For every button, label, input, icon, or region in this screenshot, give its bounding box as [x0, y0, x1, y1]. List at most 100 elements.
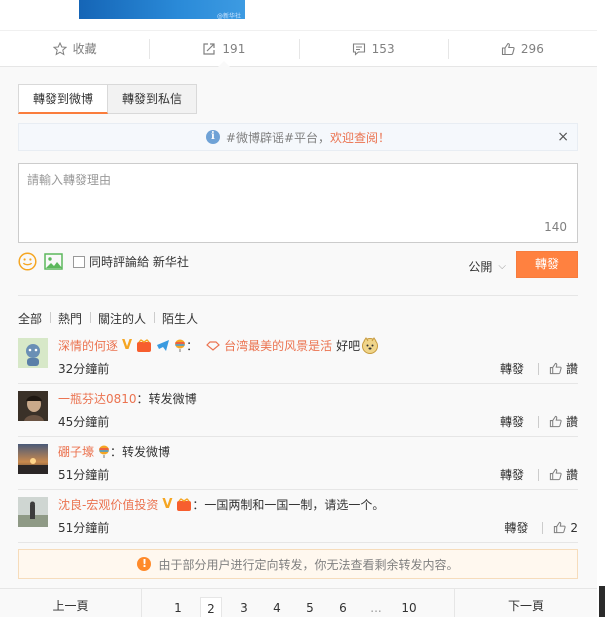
repost-button[interactable]: 191	[149, 31, 298, 67]
char-count: 140	[544, 220, 567, 234]
composer-toolbar: 同時評論給 新华社 公開 ⌵ 轉發	[18, 251, 578, 281]
plane-icon	[157, 340, 170, 351]
avatar[interactable]	[18, 338, 48, 368]
like-icon[interactable]	[549, 468, 562, 481]
divider	[18, 295, 578, 296]
like-count: 296	[520, 41, 544, 56]
topic-link[interactable]: 台湾最美的风景是活	[224, 337, 332, 354]
list-item: 硼子壕 ： 转发微博 51分鐘前 轉發 讚	[18, 437, 578, 490]
repost-ops: 轉發 2	[504, 519, 578, 536]
page-6[interactable]: 6	[332, 597, 354, 617]
list-item: 沈良-宏观价值投资 V ： 一国两制和一国一制，请选一个。 51分鐘前 轉發 2	[18, 490, 578, 543]
forward-icon	[203, 42, 216, 55]
rumor-notice-bar: i #微博辟谣#平台， 欢迎查阅！ ×	[18, 123, 578, 151]
filter-following[interactable]: 關注的人	[90, 310, 154, 327]
vip-crown-icon	[137, 338, 152, 352]
notice-text: #微博辟谣#平台，	[225, 130, 331, 145]
list-item: 深情的何逐 V ： 台湾最美的风景是活 好吧 32分鐘前 轉發 讚	[18, 331, 578, 384]
star-icon	[52, 41, 67, 56]
repost-panel: 轉發到微博 轉發到私信 i #微博辟谣#平台， 欢迎查阅！ × 140 同時評論…	[0, 67, 597, 617]
avatar[interactable]	[18, 497, 48, 527]
avatar[interactable]	[18, 444, 48, 474]
page-2-current[interactable]: 2	[200, 597, 222, 617]
topic-link-icon	[206, 340, 220, 351]
repost-time[interactable]: 45分鐘前	[58, 413, 109, 430]
post-media-image[interactable]: @新华社	[79, 0, 245, 20]
repost-time[interactable]: 32分鐘前	[58, 360, 109, 377]
page-ellipsis: ...	[370, 601, 382, 615]
repost-text: 好吧	[336, 339, 361, 353]
repost-time[interactable]: 51分鐘前	[58, 466, 109, 483]
filter-strangers[interactable]: 陌生人	[154, 310, 206, 327]
repost-content: 一瓶芬达0810 ： 转发微博	[58, 390, 197, 407]
tab-repost-to-private[interactable]: 轉發到私信	[108, 84, 198, 114]
prev-page-button[interactable]: 上一頁	[0, 589, 142, 617]
filter-all[interactable]: 全部	[18, 310, 50, 327]
like-count[interactable]: 2	[570, 521, 578, 535]
next-page-button[interactable]: 下一頁	[454, 589, 597, 617]
page-5[interactable]: 5	[299, 597, 321, 617]
verified-icon: V	[162, 497, 173, 512]
user-nickname[interactable]: 深情的何逐	[58, 337, 118, 354]
repost-button[interactable]: 轉發	[500, 360, 524, 377]
filter-hot[interactable]: 熱門	[50, 310, 90, 327]
scroll-thumb[interactable]	[599, 586, 605, 617]
image-icon[interactable]	[44, 253, 63, 270]
like-button[interactable]: 296	[447, 31, 597, 66]
user-nickname[interactable]: 硼子壕	[58, 443, 94, 460]
repost-composer: 140	[18, 163, 578, 243]
visibility-value: 公開	[468, 260, 493, 274]
like-icon[interactable]	[549, 415, 562, 428]
like-icon	[501, 42, 515, 55]
notice-link[interactable]: 欢迎查阅！	[330, 129, 390, 146]
post-action-bar: 收藏 191 153 296	[0, 30, 597, 67]
repost-content: 硼子壕 ： 转发微博	[58, 443, 170, 460]
repost-submit-button[interactable]: 轉發	[516, 251, 578, 278]
page-numbers: 1 2 3 4 5 6 ... 10	[167, 589, 431, 617]
like-icon[interactable]	[553, 521, 566, 534]
visibility-select[interactable]: 公開 ⌵	[468, 258, 506, 275]
page-10[interactable]: 10	[398, 597, 420, 617]
close-icon[interactable]: ×	[557, 129, 569, 145]
repost-ops: 轉發 讚	[500, 413, 578, 430]
page-4[interactable]: 4	[266, 597, 288, 617]
like-label[interactable]: 讚	[566, 360, 578, 377]
repost-time[interactable]: 51分鐘前	[58, 519, 109, 536]
emoji-icon[interactable]	[18, 252, 37, 271]
checkbox-box[interactable]	[73, 255, 85, 268]
user-nickname[interactable]: 一瓶芬达0810	[58, 390, 137, 407]
list-item: 一瓶芬达0810 ： 转发微博 45分鐘前 轉發 讚	[18, 384, 578, 437]
repost-count: 191	[222, 41, 246, 56]
like-label[interactable]: 讚	[566, 466, 578, 483]
repost-button[interactable]: 轉發	[504, 519, 528, 536]
comment-icon	[352, 42, 365, 56]
like-label[interactable]: 讚	[566, 413, 578, 430]
favorite-button[interactable]: 收藏	[0, 31, 149, 66]
weibo-repost-page: @新华社 收藏 191 153 296 轉發到微博 轉發到私信 i #微博辟谣#…	[0, 0, 597, 617]
avatar[interactable]	[18, 391, 48, 421]
page-1[interactable]: 1	[167, 597, 189, 617]
repost-ops: 轉發 讚	[500, 360, 578, 377]
verified-icon: V	[122, 338, 133, 353]
favorite-label: 收藏	[72, 42, 97, 56]
warning-icon: !	[137, 557, 152, 571]
also-comment-label: 同時評論給 新华社	[89, 255, 189, 269]
repost-content: 沈良-宏观价值投资 V ： 一国两制和一国一制，请选一个。	[58, 496, 384, 513]
vip-crown-icon	[177, 497, 192, 511]
like-icon[interactable]	[549, 362, 562, 375]
repost-reason-input[interactable]	[19, 164, 577, 242]
repost-button[interactable]: 轉發	[500, 413, 524, 430]
tab-repost-to-weibo[interactable]: 轉發到微博	[18, 84, 109, 114]
repost-text: 转发微博	[122, 445, 171, 459]
comment-button[interactable]: 153	[298, 31, 448, 66]
repost-button[interactable]: 轉發	[500, 466, 524, 483]
repost-separator: ：	[136, 392, 149, 406]
also-comment-checkbox[interactable]: 同時評論給 新华社	[73, 253, 189, 270]
page-3[interactable]: 3	[233, 597, 255, 617]
repost-text: 一国两制和一国一制，请选一个。	[204, 498, 385, 512]
repost-filters: 全部 熱門 關注的人 陌生人	[18, 310, 206, 327]
user-nickname[interactable]: 沈良-宏观价值投资	[58, 496, 158, 513]
info-icon: i	[205, 130, 220, 144]
chevron-down-icon: ⌵	[498, 261, 506, 272]
repost-separator: ：	[192, 498, 205, 512]
